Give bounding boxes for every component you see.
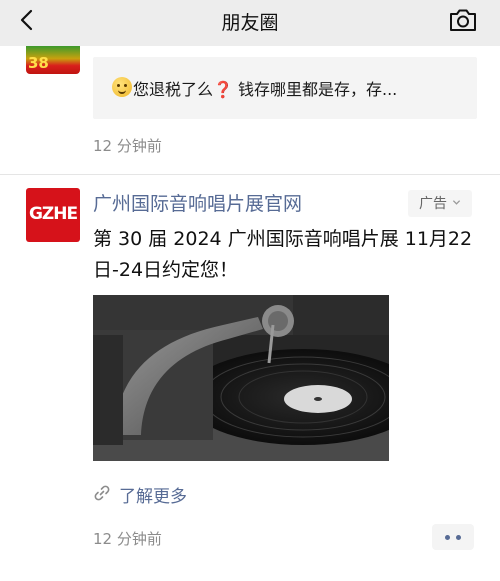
advertiser-avatar[interactable]: GZHE (26, 188, 80, 242)
avatar-number: 38 (28, 54, 49, 72)
advertiser-logo-text: GZHE (28, 204, 78, 224)
ad-badge-label: 广告 (419, 196, 447, 212)
more-options-button[interactable] (432, 524, 474, 550)
more-dot-icon (456, 535, 461, 540)
advertiser-name[interactable]: 广州国际音响唱片展官网 (93, 189, 302, 216)
previous-post-time: 12 分钟前 (93, 137, 162, 155)
link-icon (94, 485, 110, 501)
shared-link-title: 您退税了么❓ 钱存哪里都是存，存... (133, 80, 398, 99)
chevron-down-icon (452, 200, 461, 205)
camera-icon[interactable] (448, 7, 478, 33)
more-dot-icon (445, 535, 450, 540)
smiley-emoji-icon (112, 77, 132, 97)
post-divider (0, 174, 500, 175)
ad-badge[interactable]: 广告 (408, 190, 472, 217)
ad-post-text: 第 30 届 2024 广州国际音响唱片展 11月22日-24日约定您！ (93, 228, 473, 281)
page-title: 朋友圈 (221, 12, 279, 34)
top-nav-bar: 朋友圈 (0, 0, 500, 46)
learn-more-label: 了解更多 (119, 487, 187, 507)
shared-link-card[interactable]: 您退税了么❓ 钱存哪里都是存，存... (93, 57, 477, 119)
turntable-image (93, 295, 389, 461)
ad-video-thumbnail[interactable] (93, 295, 389, 461)
previous-post-avatar[interactable]: 38 (26, 46, 80, 74)
ad-post-time: 12 分钟前 (93, 530, 162, 548)
